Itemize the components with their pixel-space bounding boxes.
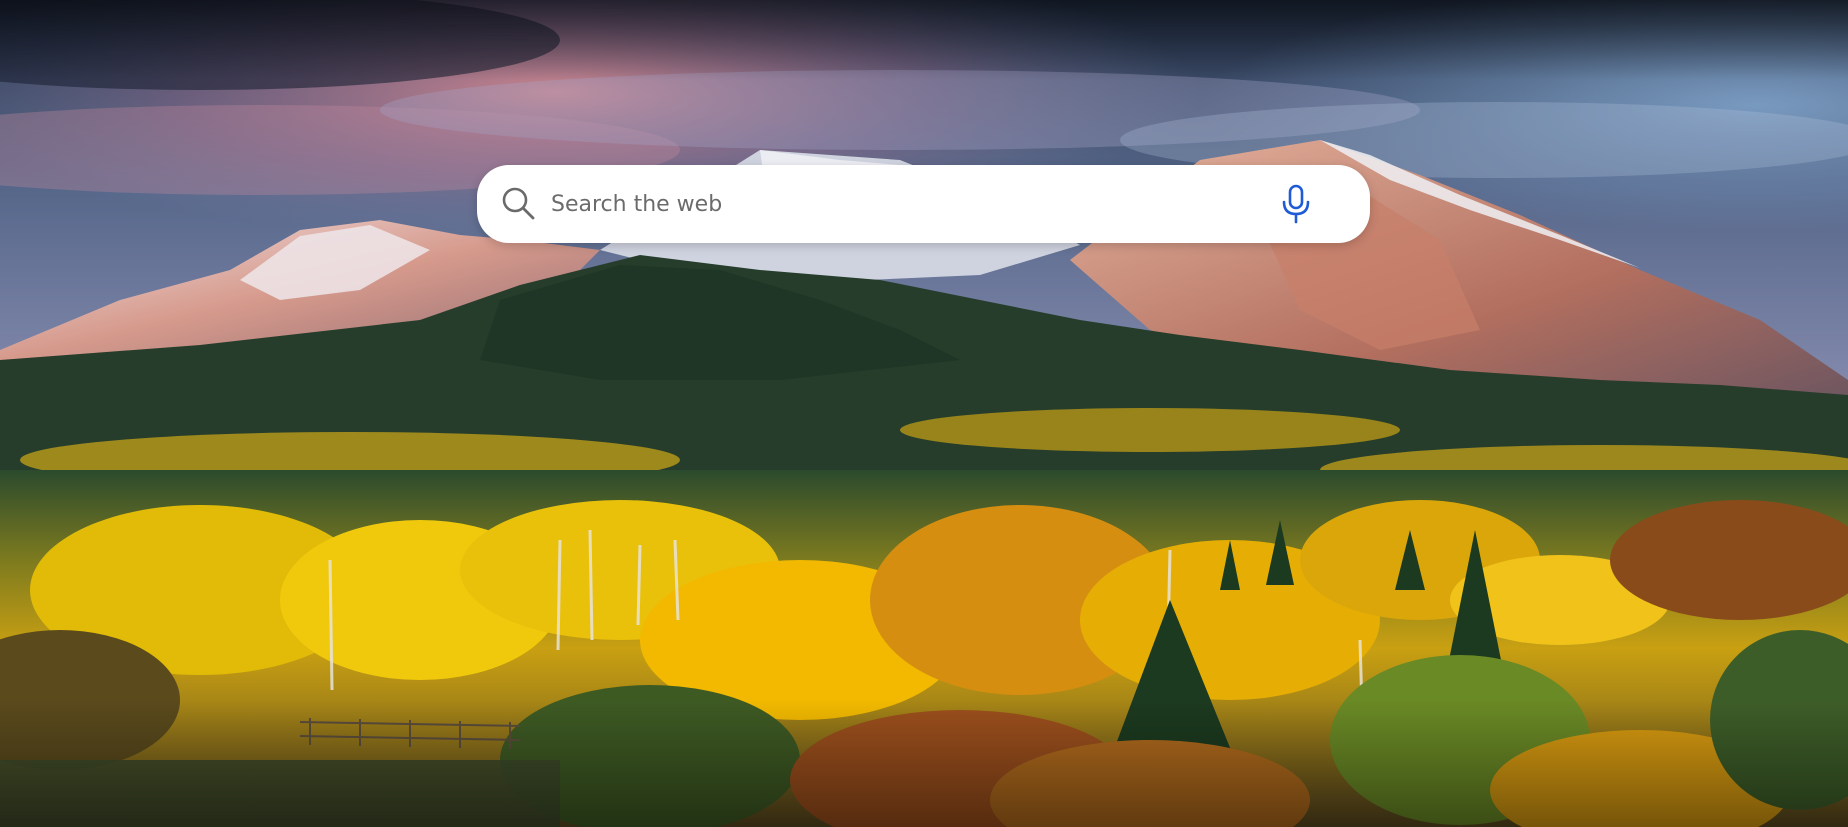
search-icon[interactable] xyxy=(499,184,539,224)
background-landscape-image xyxy=(0,0,1848,827)
microphone-icon xyxy=(1282,184,1310,224)
voice-search-button[interactable] xyxy=(1272,180,1320,228)
search-input[interactable] xyxy=(549,181,1272,227)
search-box[interactable] xyxy=(477,165,1370,243)
new-tab-page xyxy=(0,0,1848,827)
